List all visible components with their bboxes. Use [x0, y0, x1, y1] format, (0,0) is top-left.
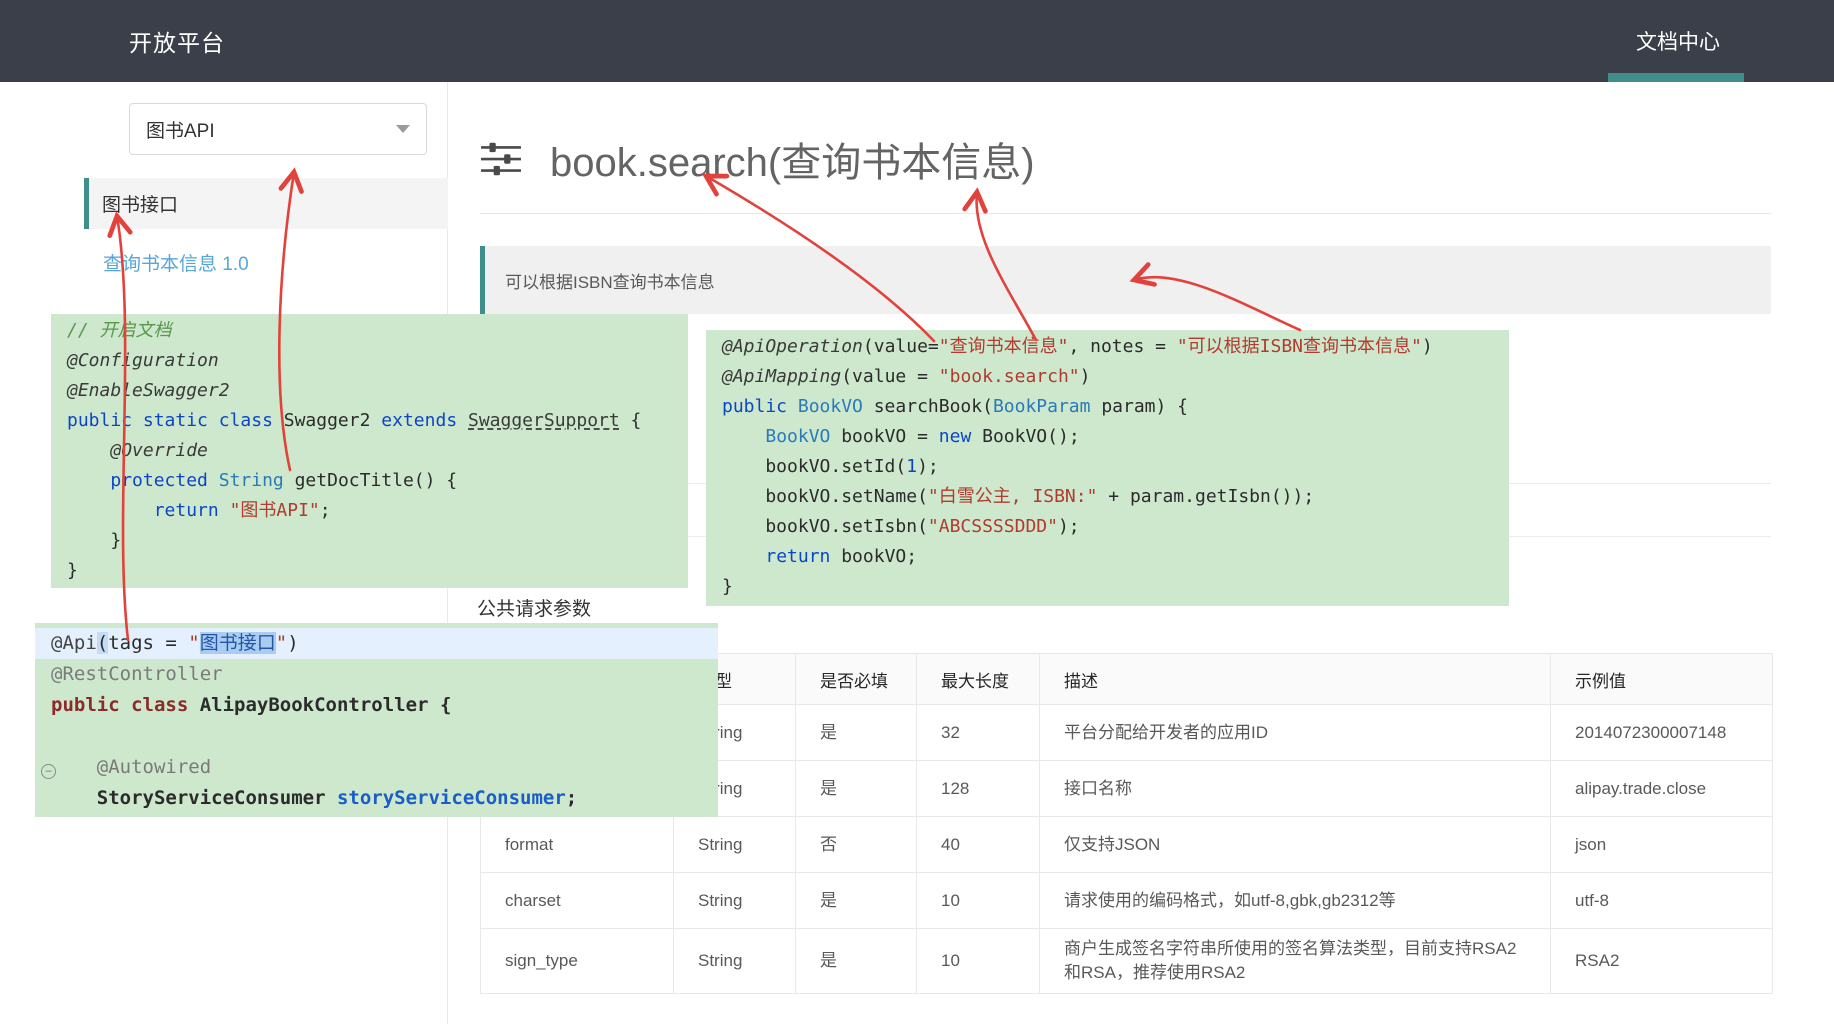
api-select-dropdown[interactable]: 图书API — [129, 103, 427, 155]
api-notice-bar: 可以根据ISBN查询书本信息 — [480, 246, 1771, 314]
code-line: @EnableSwagger2 — [67, 376, 672, 406]
page-title: book.search(查询书本信息) — [550, 130, 1035, 188]
column-header: 描述 — [1040, 654, 1551, 705]
column-header: 示例值 — [1551, 654, 1773, 705]
table-cell: 仅支持JSON — [1040, 817, 1551, 873]
sliders-icon — [480, 140, 522, 178]
code-line: return "图书API"; — [67, 496, 672, 526]
nav-active-underline — [1608, 73, 1744, 82]
code-line: @RestController — [51, 659, 702, 690]
api-select-value: 图书API — [146, 116, 215, 143]
table-cell: 否 — [796, 817, 917, 873]
table-cell: format — [481, 817, 674, 873]
code-line: bookVO.setIsbn("ABCSSSSDDD"); — [722, 512, 1493, 542]
code-line: // 开启文档 — [67, 316, 672, 346]
code-line: @Api(tags = "图书接口") — [35, 628, 718, 659]
code-line: public static class Swagger2 extends Swa… — [67, 406, 672, 436]
code-line: protected String getDocTitle() { — [67, 466, 672, 496]
table-row: formatString否40仅支持JSONjson — [481, 817, 1773, 873]
table-cell: json — [1551, 817, 1773, 873]
table-cell: 2014072300007148 — [1551, 705, 1773, 761]
code-line: @Autowired — [51, 752, 702, 783]
table-cell: String — [674, 873, 796, 929]
code-line: bookVO.setId(1); — [722, 452, 1493, 482]
code-line: } — [67, 526, 672, 556]
code-line: StoryServiceConsumer storyServiceConsume… — [51, 783, 702, 814]
table-cell: 32 — [917, 705, 1040, 761]
code-line: public BookVO searchBook(BookParam param… — [722, 392, 1493, 422]
table-cell: 10 — [917, 929, 1040, 994]
sidebar-item-book-api-group[interactable]: 图书接口 — [84, 178, 448, 229]
brand-title: 开放平台 — [129, 0, 225, 82]
code-overlay-controller: − @Api(tags = "图书接口")@RestControllerpubl… — [35, 623, 718, 817]
sidebar-item-label: 图书接口 — [102, 190, 178, 217]
title-divider — [480, 213, 1771, 214]
table-cell: utf-8 — [1551, 873, 1773, 929]
code-line: bookVO.setName("白雪公主, ISBN:" + param.get… — [722, 482, 1493, 512]
table-row: charsetString是10请求使用的编码格式，如utf-8,gbk,gb2… — [481, 873, 1773, 929]
code-overlay-swagger-config: // 开启文档@Configuration@EnableSwagger2publ… — [51, 314, 688, 588]
code-line: @ApiMapping(value = "book.search") — [722, 362, 1493, 392]
table-cell: RSA2 — [1551, 929, 1773, 994]
screen: 开放平台 文档中心 图书API 图书接口 查询书本信息 1.0 — [0, 0, 1834, 1024]
table-cell: 10 — [917, 873, 1040, 929]
code-line — [51, 721, 702, 752]
nav-doc-center[interactable]: 文档中心 — [1636, 0, 1720, 82]
sidebar-item-search-book[interactable]: 查询书本信息 1.0 — [103, 249, 249, 276]
table-cell: 是 — [796, 705, 917, 761]
section-title-common-params: 公共请求参数 — [477, 594, 591, 621]
api-notice-text: 可以根据ISBN查询书本信息 — [505, 268, 715, 293]
page-title-row: book.search(查询书本信息) — [480, 130, 1035, 188]
code-line: @Override — [67, 436, 672, 466]
table-cell: String — [674, 817, 796, 873]
code-line: @ApiOperation(value="查询书本信息", notes = "可… — [722, 332, 1493, 362]
table-cell: 请求使用的编码格式，如utf-8,gbk,gb2312等 — [1040, 873, 1551, 929]
table-cell: 是 — [796, 761, 917, 817]
table-cell: 平台分配给开发者的应用ID — [1040, 705, 1551, 761]
table-cell: 接口名称 — [1040, 761, 1551, 817]
code-line: BookVO bookVO = new BookVO(); — [722, 422, 1493, 452]
code-line: return bookVO; — [722, 542, 1493, 572]
table-cell: 40 — [917, 817, 1040, 873]
table-cell: charset — [481, 873, 674, 929]
code-fold-icon: − — [41, 764, 56, 779]
column-header: 是否必填 — [796, 654, 917, 705]
chevron-down-icon — [396, 125, 410, 133]
table-cell: sign_type — [481, 929, 674, 994]
top-navbar: 开放平台 文档中心 — [0, 0, 1834, 82]
table-cell: 是 — [796, 929, 917, 994]
code-line: @Configuration — [67, 346, 672, 376]
table-cell: String — [674, 929, 796, 994]
code-overlay-search-method: @ApiOperation(value="查询书本信息", notes = "可… — [706, 330, 1509, 606]
column-header: 最大长度 — [917, 654, 1040, 705]
table-cell: alipay.trade.close — [1551, 761, 1773, 817]
code-line: public class AlipayBookController { — [51, 690, 702, 721]
table-cell: 是 — [796, 873, 917, 929]
code-line: } — [722, 572, 1493, 602]
table-row: sign_typeString是10商户生成签名字符串所使用的签名算法类型，目前… — [481, 929, 1773, 994]
table-cell: 商户生成签名字符串所使用的签名算法类型，目前支持RSA2和RSA，推荐使用RSA… — [1040, 929, 1551, 994]
table-cell: 128 — [917, 761, 1040, 817]
code-line: } — [67, 556, 672, 586]
